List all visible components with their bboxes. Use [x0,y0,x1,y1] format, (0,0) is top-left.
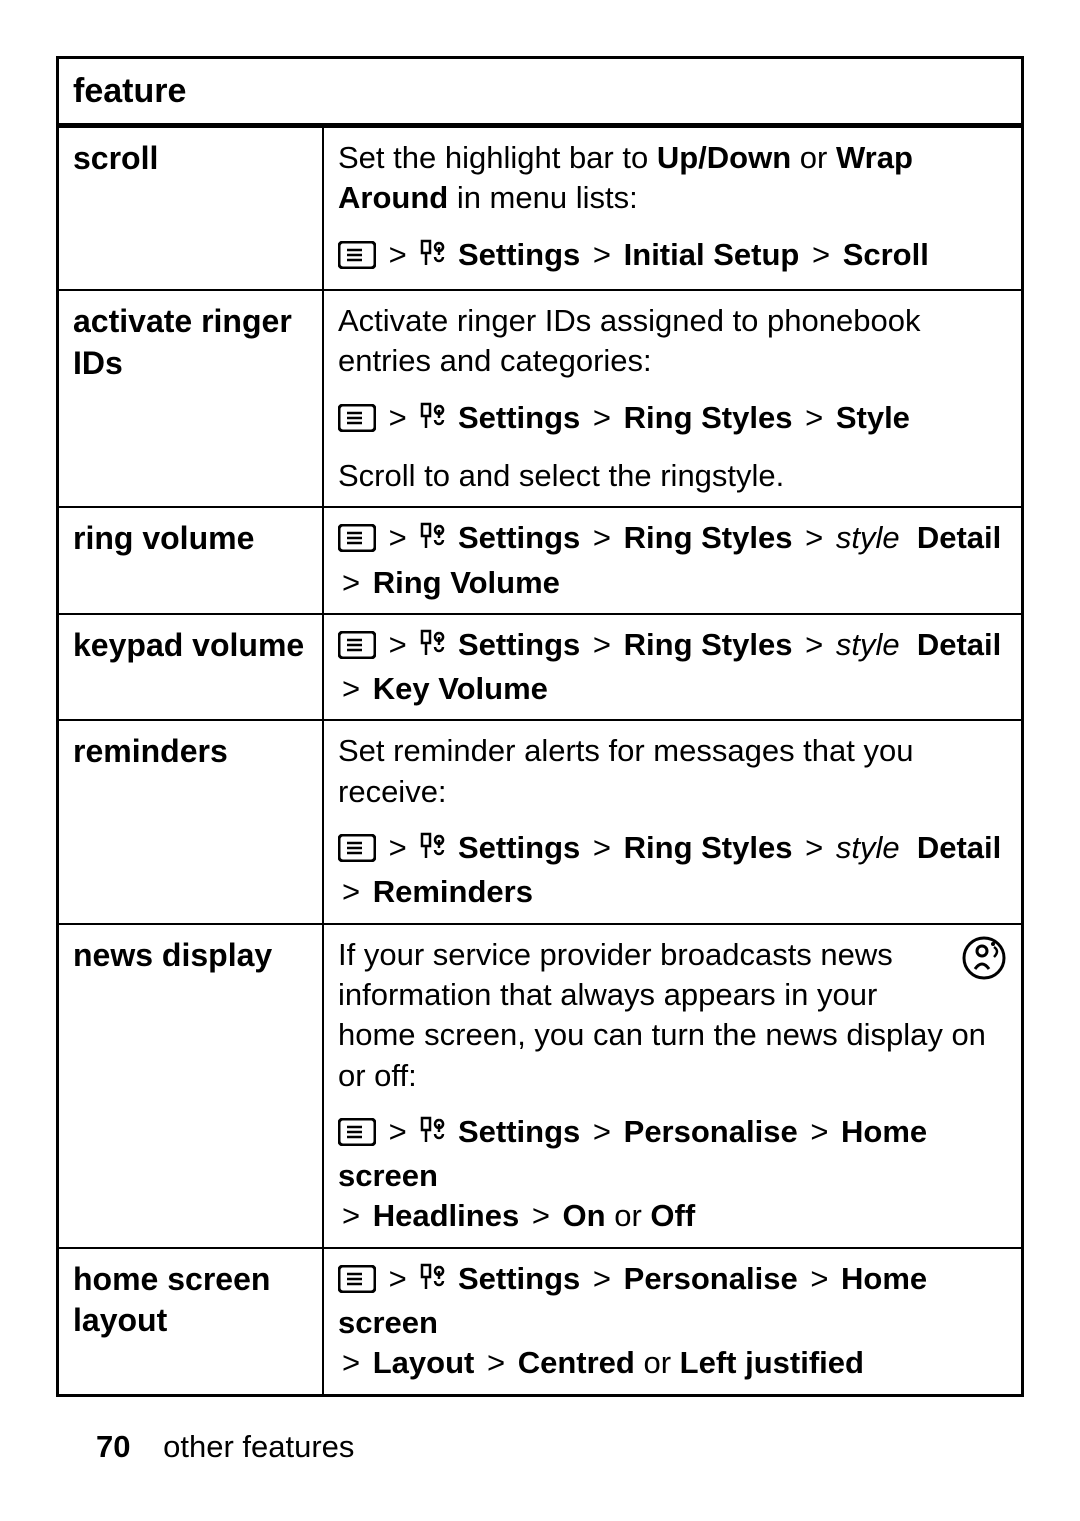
feature-desc-cell: > Settings > Personalise > Home screen >… [323,1248,1023,1395]
nav-item: Key Volume [373,671,548,706]
nav-item-italic: style [836,830,900,865]
menu-icon [338,1116,376,1156]
nav-item: Ring Volume [373,565,560,600]
nav-item: Initial Setup [624,237,800,272]
nav-item: Ring Styles [624,627,793,662]
page-number: 70 [96,1429,130,1464]
nav-item: On [563,1198,606,1233]
nav-path: > Settings > Ring Styles > style Detail … [338,625,1007,710]
nav-item: Detail [917,627,1001,662]
feature-table: feature scroll Set the highlight bar to … [56,56,1024,1397]
table-row: ring volume > Settings > Ring Styles > s… [58,507,1023,614]
menu-icon [338,402,376,442]
nav-item: Left justified [680,1345,864,1380]
settings-tool-icon [419,832,449,872]
nav-path: > Settings > Ring Styles > style Detail … [338,828,1007,913]
settings-tool-icon [419,239,449,279]
nav-item: Settings [458,627,580,662]
settings-tool-icon [419,522,449,562]
feature-name: activate ringer IDs [58,290,324,507]
feature-desc: Activate ringer IDs assigned to phoneboo… [338,301,1007,382]
nav-item: Scroll [843,237,929,272]
nav-item: Ring Styles [624,400,793,435]
feature-desc-cell: > Settings > Ring Styles > style Detail … [323,614,1023,721]
feature-name: home screen layout [58,1248,324,1395]
nav-item: Headlines [373,1198,519,1233]
nav-path: > Settings > Ring Styles > Style [338,398,1007,442]
settings-tool-icon [419,1263,449,1303]
table-row: home screen layout > Settings > Personal… [58,1248,1023,1395]
nav-item: Ring Styles [624,830,793,865]
text: or [606,1198,651,1233]
menu-icon [338,629,376,669]
section-title: other features [163,1429,354,1464]
feature-desc-cell: Set reminder alerts for messages that yo… [323,720,1023,923]
settings-tool-icon [419,629,449,669]
manual-page: feature scroll Set the highlight bar to … [0,0,1080,1521]
nav-item: Detail [917,830,1001,865]
menu-icon [338,832,376,872]
nav-item: Detail [917,520,1001,555]
text-bold: Up/Down [657,140,791,175]
nav-item: Reminders [373,874,533,909]
nav-item: Off [650,1198,695,1233]
nav-item: Ring Styles [624,520,793,555]
feature-desc: If your service provider broadcasts news… [338,935,1007,1096]
feature-name: news display [58,924,324,1248]
table-row: keypad volume > Settings > Ring Styles >… [58,614,1023,721]
menu-icon [338,1263,376,1303]
nav-path: > Settings > Initial Setup > Scroll [338,235,1007,279]
table-row: news display If your service provider br… [58,924,1023,1248]
nav-item: Personalise [624,1114,798,1149]
feature-desc-cell: Set the highlight bar to Up/Down or Wrap… [323,126,1023,290]
settings-tool-icon [419,1116,449,1156]
text: in menu lists: [448,180,638,215]
table-row: activate ringer IDs Activate ringer IDs … [58,290,1023,507]
nav-item: Settings [458,830,580,865]
nav-item: Settings [458,1114,580,1149]
settings-tool-icon [419,402,449,442]
menu-icon [338,522,376,562]
nav-path: > Settings > Personalise > Home screen >… [338,1259,1007,1384]
nav-item: Personalise [624,1261,798,1296]
nav-item: Settings [458,400,580,435]
feature-name: ring volume [58,507,324,614]
nav-item: Centred [518,1345,635,1380]
nav-path: > Settings > Ring Styles > style Detail … [338,518,1007,603]
header-feature: feature [58,58,1023,126]
feature-name: scroll [58,126,324,290]
after-text: Scroll to and select the ringstyle. [338,456,1007,496]
feature-desc: Set reminder alerts for messages that yo… [338,731,1007,812]
text: or [635,1345,680,1380]
feature-name: reminders [58,720,324,923]
text: or [791,140,836,175]
nav-item: Layout [373,1345,475,1380]
table-row: reminders Set reminder alerts for messag… [58,720,1023,923]
text: Set the highlight bar to [338,140,657,175]
feature-desc: Set the highlight bar to Up/Down or Wrap… [338,138,1007,219]
nav-item-italic: style [836,520,900,555]
table-header-row: feature [58,58,1023,126]
nav-item: Settings [458,237,580,272]
nav-item: Style [836,400,910,435]
nav-item: Settings [458,520,580,555]
feature-desc-cell: If your service provider broadcasts news… [323,924,1023,1248]
feature-desc-cell: > Settings > Ring Styles > style Detail … [323,507,1023,614]
operator-icon [961,935,1007,991]
table-row: scroll Set the highlight bar to Up/Down … [58,126,1023,290]
page-footer: 70 other features [96,1429,354,1465]
feature-name: keypad volume [58,614,324,721]
nav-item-italic: style [836,627,900,662]
feature-desc-cell: Activate ringer IDs assigned to phoneboo… [323,290,1023,507]
nav-item: Settings [458,1261,580,1296]
menu-icon [338,239,376,279]
nav-path: > Settings > Personalise > Home screen >… [338,1112,1007,1237]
